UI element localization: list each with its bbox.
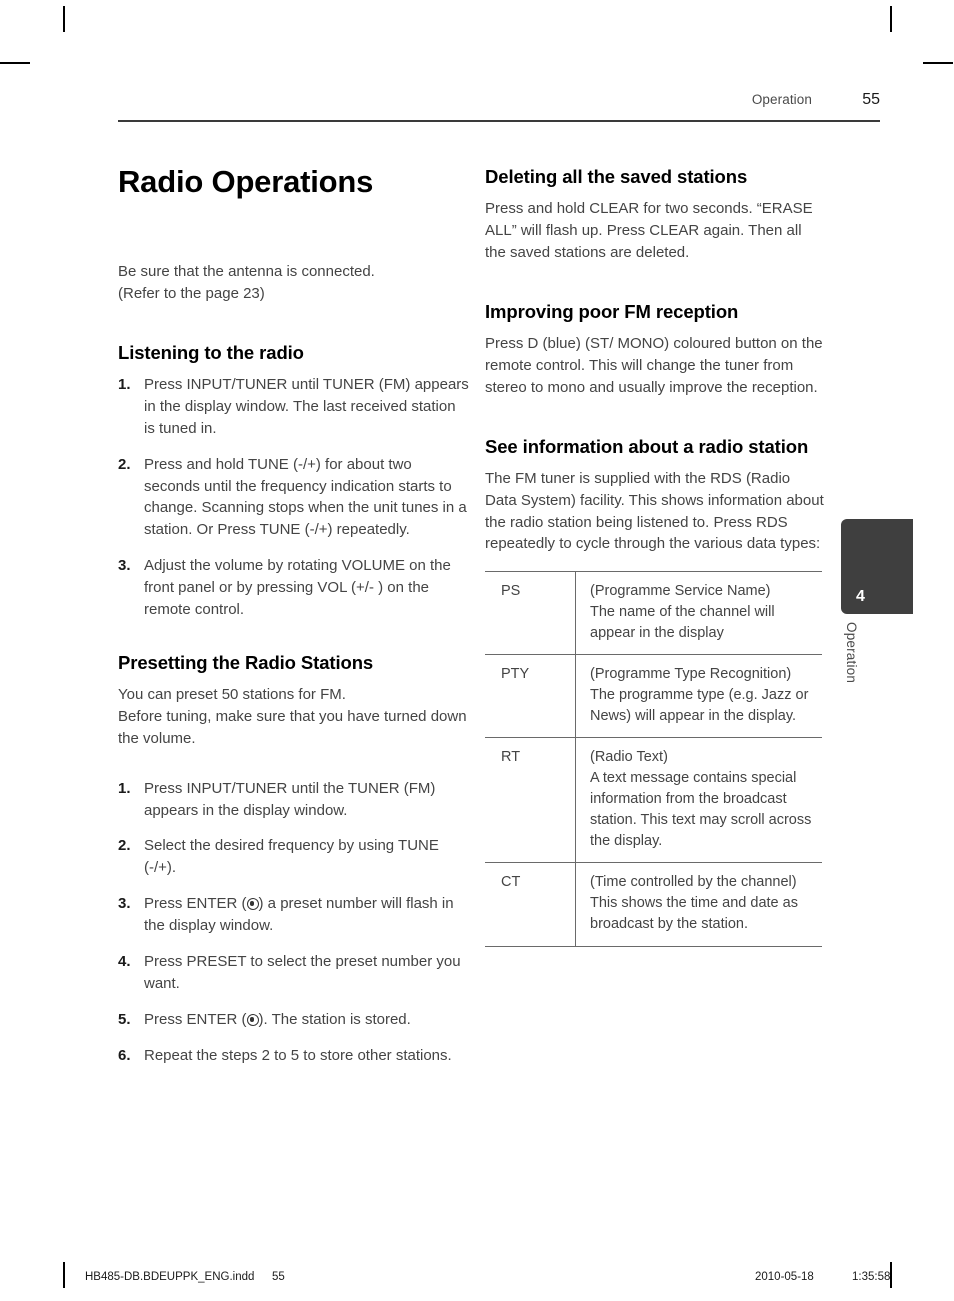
- list-item: 2. Press and hold TUNE (-/+) for about t…: [118, 454, 470, 542]
- step-number: 2.: [118, 455, 131, 473]
- header-section-label: Operation: [751, 92, 812, 107]
- step-text: Adjust the volume by rotating VOLUME on …: [144, 557, 451, 619]
- rds-intro-text: The FM tuner is supplied with the RDS (R…: [485, 469, 824, 553]
- presetting-steps-list: 1. Press INPUT/TUNER until the TUNER (FM…: [118, 778, 470, 1067]
- heading-see-information-about-a-radio-station: See information about a radio station: [485, 435, 809, 457]
- footer-time: 1:35:58: [852, 1271, 891, 1283]
- list-item: 1. Press INPUT/TUNER until TUNER (FM) ap…: [118, 374, 470, 440]
- improving-reception-text: Press D (blue) (ST/ MONO) coloured butto…: [485, 334, 823, 396]
- step-number: 6.: [118, 1046, 131, 1064]
- step-text: Press INPUT/TUNER until the TUNER (FM) a…: [144, 779, 436, 819]
- crop-mark-top-right-vertical: [890, 6, 892, 32]
- step-text-post: ). The station is stored.: [258, 1010, 411, 1028]
- heading-improving-poor-fm-reception: Improving poor FM reception: [485, 300, 739, 322]
- crop-mark-top-right-horizontal: [923, 62, 953, 64]
- rds-type-description: (Radio Text) A text message contains spe…: [575, 737, 822, 864]
- rds-type-description: (Time controlled by the channel) This sh…: [575, 862, 822, 947]
- right-column: Deleting all the saved stations Press an…: [485, 165, 825, 947]
- rds-data-types-table: PS (Programme Service Name) The name of …: [485, 571, 822, 947]
- step-text-pre: Press ENTER (: [144, 1010, 247, 1028]
- footer-filename: HB485-DB.BDEUPPK_ENG.indd: [85, 1271, 255, 1283]
- list-item: 3. Press ENTER () a preset number will f…: [118, 893, 470, 937]
- chapter-tab: 4: [841, 519, 913, 614]
- rds-type-key: PS: [485, 571, 576, 656]
- presetting-intro-text: You can preset 50 stations for FM. Befor…: [118, 686, 467, 747]
- antenna-intro-text: Be sure that the antenna is connected. (…: [118, 263, 375, 302]
- rds-type-key: CT: [485, 862, 576, 947]
- list-item: 3. Adjust the volume by rotating VOLUME …: [118, 555, 470, 621]
- step-text: Select the desired frequency by using TU…: [144, 837, 439, 877]
- heading-presetting-the-radio-stations: Presetting the Radio Stations: [118, 651, 374, 673]
- rds-type-description: (Programme Type Recognition) The program…: [575, 654, 822, 739]
- left-column: Radio Operations Be sure that the antenn…: [118, 164, 470, 1067]
- table-row: PS (Programme Service Name) The name of …: [485, 571, 822, 656]
- list-item: 1. Press INPUT/TUNER until the TUNER (FM…: [118, 778, 470, 822]
- step-text: Press and hold TUNE (-/+) for about two …: [144, 455, 467, 539]
- table-row: CT (Time controlled by the channel) This…: [485, 862, 822, 947]
- step-number: 1.: [118, 779, 131, 797]
- page-title: Radio Operations: [118, 164, 374, 199]
- rds-type-description: (Programme Service Name) The name of the…: [575, 571, 822, 656]
- page-header: Operation 55: [118, 91, 880, 122]
- step-text: Press PRESET to select the preset number…: [144, 953, 461, 992]
- chapter-tab-label: Operation: [844, 622, 859, 684]
- step-number: 1.: [118, 376, 131, 393]
- heading-deleting-all-the-saved-stations: Deleting all the saved stations: [485, 166, 748, 187]
- heading-listening-to-the-radio: Listening to the radio: [118, 341, 304, 363]
- list-item: 2. Select the desired frequency by using…: [118, 835, 470, 879]
- chapter-number: 4: [856, 588, 865, 605]
- step-text: Repeat the steps 2 to 5 to store other s…: [144, 1046, 452, 1064]
- deleting-stations-text: Press and hold CLEAR for two seconds. “E…: [485, 200, 813, 261]
- list-item: 6. Repeat the steps 2 to 5 to store othe…: [118, 1045, 470, 1067]
- step-number: 3.: [118, 895, 131, 913]
- header-page-number: 55: [862, 91, 880, 108]
- listening-steps-list: 1. Press INPUT/TUNER until TUNER (FM) ap…: [118, 374, 470, 621]
- list-item: 4. Press PRESET to select the preset num…: [118, 951, 470, 995]
- crop-mark-top-left-vertical: [63, 6, 65, 32]
- rds-type-key: PTY: [485, 654, 576, 739]
- enter-button-icon: [246, 1013, 259, 1026]
- footer-date: 2010-05-18: [755, 1271, 814, 1283]
- print-footer: HB485-DB.BDEUPPK_ENG.indd 55 2010-05-18 …: [0, 1271, 954, 1291]
- rds-type-key: RT: [485, 737, 576, 864]
- table-row: RT (Radio Text) A text message contains …: [485, 737, 822, 864]
- step-number: 3.: [118, 557, 131, 575]
- step-text-pre: Press ENTER (: [144, 895, 247, 913]
- enter-button-icon: [246, 898, 259, 911]
- step-text: Press INPUT/TUNER until TUNER (FM) appea…: [144, 376, 469, 437]
- table-row: PTY (Programme Type Recognition) The pro…: [485, 654, 822, 739]
- step-number: 5.: [118, 1010, 131, 1028]
- footer-page-number: 55: [272, 1271, 285, 1283]
- step-number: 4.: [118, 953, 131, 971]
- step-number: 2.: [118, 837, 131, 855]
- crop-mark-top-left-horizontal: [0, 62, 30, 64]
- header-divider-rule: [118, 120, 880, 122]
- list-item: 5. Press ENTER ( ). The station is stored…: [118, 1009, 470, 1031]
